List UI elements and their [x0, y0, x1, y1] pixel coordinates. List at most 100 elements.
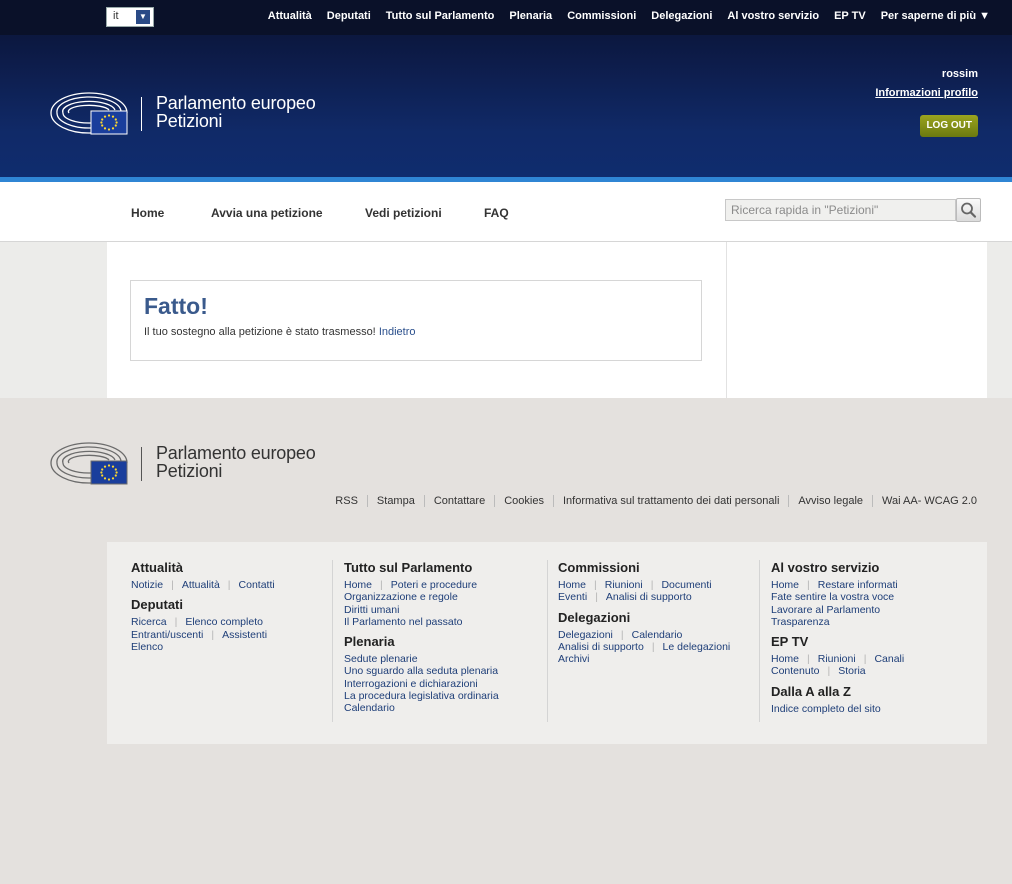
sitemap-link[interactable]: Contatti — [239, 579, 275, 591]
sitemap-link[interactable]: Eventi — [558, 591, 587, 603]
footer-brand-text: Parlamento europeo Petizioni — [156, 444, 316, 480]
sitemap-links: Ricerca | Elenco completo Entranti/uscenti… — [131, 616, 268, 653]
nav-home[interactable]: Home — [131, 206, 164, 220]
quick-search-input[interactable] — [725, 199, 956, 221]
footer-link-avviso-legale[interactable]: Avviso legale — [788, 495, 872, 507]
sitemap-link[interactable]: Riunioni — [605, 579, 643, 591]
sitemap-link[interactable]: Fate sentire la vostra voce — [771, 591, 894, 603]
sitemap-link[interactable]: Archivi — [558, 653, 590, 665]
sitemap-links: Home | Restare informati Fate sentire la v… — [771, 579, 898, 628]
top-nav-attualita[interactable]: Attualità — [268, 10, 312, 22]
sitemap-link[interactable]: Calendario — [344, 702, 395, 714]
footer-logo[interactable]: Parlamento europeo Petizioni — [49, 441, 349, 485]
sitemap-link[interactable]: Calendario — [632, 629, 683, 641]
footer-link-wai[interactable]: Wai AA- WCAG 2.0 — [872, 495, 986, 507]
parliament-hemicycle-icon — [50, 442, 128, 485]
footer-links: RSS Stampa Contattare Cookies Informativ… — [326, 495, 986, 507]
search-button[interactable] — [956, 198, 981, 222]
top-navigation: Attualità Deputati Tutto sul Parlamento … — [268, 10, 990, 22]
sitemap-link[interactable]: Home — [558, 579, 586, 591]
sitemap-link[interactable]: Analisi di supporto — [606, 591, 692, 603]
footer-sitemap: Attualità Notizie | Attualità | Contatti Dep… — [107, 542, 987, 744]
footer-link-stampa[interactable]: Stampa — [366, 495, 424, 507]
sitemap-links: Sedute plenarie Uno sguardo alla seduta … — [344, 653, 499, 714]
sitemap-link[interactable]: Trasparenza — [771, 616, 830, 628]
sitemap-link[interactable]: Elenco completo — [185, 616, 263, 628]
brand-line-1: Parlamento europeo — [156, 93, 316, 113]
top-nav-delegazioni[interactable]: Delegazioni — [651, 10, 712, 22]
sitemap-heading[interactable]: Delegazioni — [558, 610, 730, 626]
sitemap-link[interactable]: La procedura legislativa ordinaria — [344, 690, 499, 702]
sitemap-link[interactable]: Restare informati — [818, 579, 898, 591]
header-logo[interactable]: Parlamento europeo Petizioni — [49, 91, 349, 135]
sitemap-link[interactable]: Ricerca — [131, 616, 167, 628]
language-value: it — [113, 10, 119, 22]
sitemap-column-3: Commissioni Home | Riunioni | Documenti Even… — [558, 560, 730, 671]
sitemap-link[interactable]: Analisi di supporto — [558, 641, 644, 653]
sitemap-link[interactable]: Home — [771, 579, 799, 591]
sitemap-heading[interactable]: Tutto sul Parlamento — [344, 560, 499, 576]
site-header: it ▼ Attualità Deputati Tutto sul Parlam… — [0, 0, 1012, 177]
sitemap-heading[interactable]: EP TV — [771, 634, 904, 650]
brand-text: Parlamento europeo Petizioni — [156, 94, 316, 130]
sitemap-link[interactable]: Poteri e procedure — [391, 579, 477, 591]
sitemap-link[interactable]: Documenti — [661, 579, 711, 591]
sitemap-link[interactable]: Canali — [874, 653, 904, 665]
sitemap-link[interactable]: Attualità — [182, 579, 220, 591]
sitemap-heading[interactable]: Plenaria — [344, 634, 499, 650]
nav-vedi-petizioni[interactable]: Vedi petizioni — [365, 206, 442, 220]
sitemap-link[interactable]: Organizzazione e regole — [344, 591, 458, 603]
footer-brand-line-1: Parlamento europeo — [156, 443, 316, 463]
sitemap-link[interactable]: Delegazioni — [558, 629, 613, 641]
top-nav-plenaria[interactable]: Plenaria — [509, 10, 552, 22]
sitemap-link[interactable]: Assistenti — [222, 629, 267, 641]
sitemap-link[interactable]: Home — [344, 579, 372, 591]
nav-avvia-petizione[interactable]: Avvia una petizione — [211, 206, 323, 220]
top-nav-per-saperne-di-piu[interactable]: Per saperne di più ▼ — [881, 10, 990, 22]
sitemap-link[interactable]: Storia — [838, 665, 865, 677]
top-nav-tutto-sul-parlamento[interactable]: Tutto sul Parlamento — [386, 10, 495, 22]
user-name: rossim — [941, 68, 978, 80]
logo-divider — [141, 97, 142, 131]
sitemap-link[interactable]: Le delegazioni — [663, 641, 731, 653]
back-link[interactable]: Indietro — [379, 326, 416, 338]
confirmation-text: Il tuo sostegno alla petizione è stato t… — [144, 326, 416, 338]
sitemap-links: Indice completo del sito — [771, 703, 904, 715]
sitemap-heading[interactable]: Dalla A alla Z — [771, 684, 904, 700]
sitemap-heading[interactable]: Al vostro servizio — [771, 560, 904, 576]
sitemap-links: Home | Poteri e procedure Organizzazione e… — [344, 579, 478, 628]
sitemap-heading[interactable]: Deputati — [131, 597, 275, 613]
top-nav-al-vostro-servizio[interactable]: Al vostro servizio — [727, 10, 819, 22]
sitemap-link[interactable]: Entranti/uscenti — [131, 629, 203, 641]
sitemap-link[interactable]: Riunioni — [818, 653, 856, 665]
sitemap-link[interactable]: Il Parlamento nel passato — [344, 616, 462, 628]
sitemap-divider — [759, 560, 760, 722]
sitemap-divider — [332, 560, 333, 722]
nav-faq[interactable]: FAQ — [484, 206, 509, 220]
footer-link-rss[interactable]: RSS — [326, 495, 367, 507]
sitemap-column-1: Attualità Notizie | Attualità | Contatti Dep… — [131, 560, 275, 659]
sitemap-link[interactable]: Contenuto — [771, 665, 819, 677]
sitemap-link[interactable]: Interrogazioni e dichiarazioni — [344, 678, 478, 690]
footer-link-cookies[interactable]: Cookies — [494, 495, 553, 507]
sitemap-link[interactable]: Indice completo del sito — [771, 703, 881, 715]
language-select[interactable]: it ▼ — [106, 7, 154, 27]
sitemap-link[interactable]: Elenco — [131, 641, 163, 653]
sitemap-heading[interactable]: Commissioni — [558, 560, 730, 576]
sitemap-link[interactable]: Sedute plenarie — [344, 653, 418, 665]
profile-info-link[interactable]: Informazioni profilo — [875, 87, 978, 99]
sitemap-link[interactable]: Diritti umani — [344, 604, 399, 616]
footer-brand-line-2: Petizioni — [156, 461, 223, 481]
logout-button[interactable]: LOG OUT — [920, 115, 978, 137]
sitemap-link[interactable]: Notizie — [131, 579, 163, 591]
parliament-hemicycle-icon — [50, 92, 128, 135]
footer-link-privacy[interactable]: Informativa sul trattamento dei dati per… — [552, 495, 788, 507]
sitemap-link[interactable]: Lavorare al Parlamento — [771, 604, 880, 616]
sitemap-link[interactable]: Uno sguardo alla seduta plenaria — [344, 665, 498, 677]
top-nav-deputati[interactable]: Deputati — [327, 10, 371, 22]
footer-link-contattare[interactable]: Contattare — [423, 495, 494, 507]
top-nav-ep-tv[interactable]: EP TV — [834, 10, 866, 22]
sitemap-link[interactable]: Home — [771, 653, 799, 665]
top-nav-commissioni[interactable]: Commissioni — [567, 10, 636, 22]
sitemap-heading[interactable]: Attualità — [131, 560, 275, 576]
